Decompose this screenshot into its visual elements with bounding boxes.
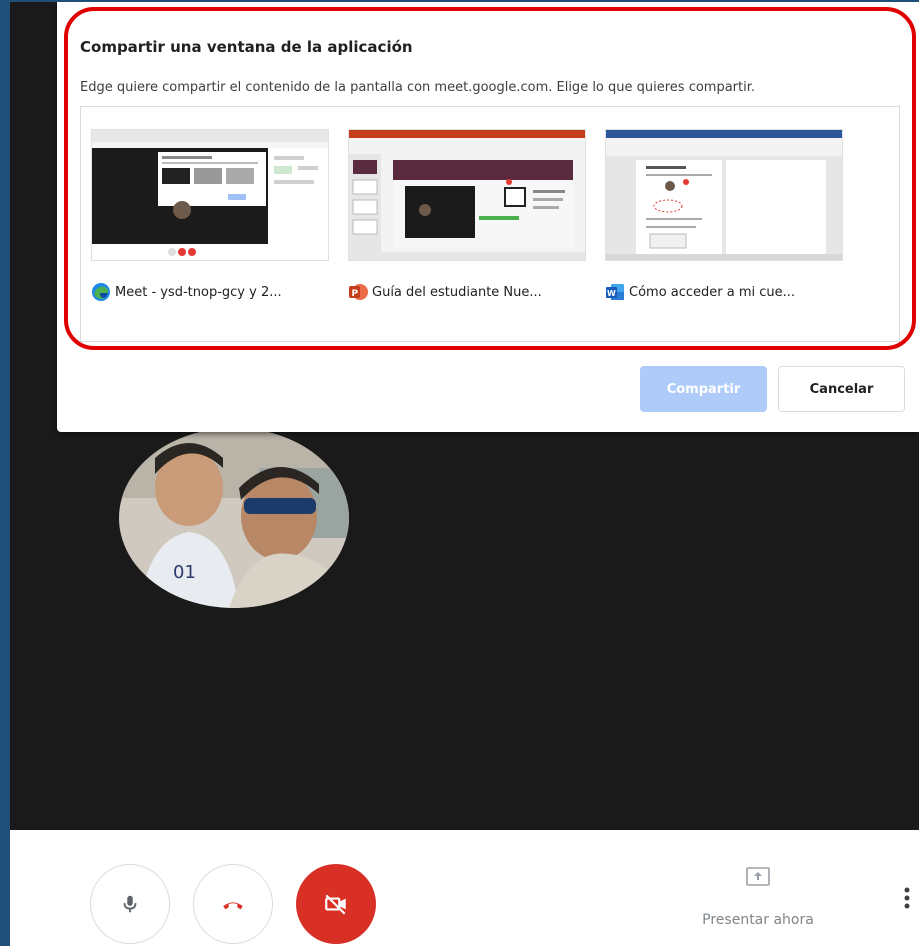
svg-text:W: W	[607, 289, 616, 298]
window-title: Meet - ysd-tnop-gcy y 2...	[115, 284, 282, 300]
window-label: W Cómo acceder a mi cue...	[605, 281, 845, 303]
window-label: Meet - ysd-tnop-gcy y 2...	[91, 281, 331, 303]
window-thumbnail	[348, 129, 586, 261]
present-screen-icon	[746, 867, 770, 886]
window-thumbnail	[605, 129, 843, 261]
camera-off-icon	[325, 894, 346, 915]
microphone-icon	[123, 895, 137, 913]
hang-up-button[interactable]	[193, 864, 273, 944]
window-title: Cómo acceder a mi cue...	[629, 284, 796, 300]
more-vertical-icon	[904, 887, 910, 909]
powerpoint-icon: P	[349, 284, 368, 300]
window-option-word[interactable]: W Cómo acceder a mi cue...	[605, 129, 843, 319]
share-window-dialog: Compartir una ventana de la aplicación E…	[57, 2, 919, 432]
microphone-button[interactable]	[90, 864, 170, 944]
share-button[interactable]: Compartir	[640, 366, 767, 412]
cancel-button[interactable]: Cancelar	[778, 366, 905, 412]
participant-avatar: 01	[119, 428, 349, 608]
meet-window: 01 Compartir una ventana de la aplicació…	[10, 2, 919, 946]
dialog-title: Compartir una ventana de la aplicación	[80, 38, 413, 56]
present-now-button[interactable]: Presentar ahora	[678, 860, 838, 940]
window-title: Guía del estudiante Nue...	[372, 284, 542, 300]
svg-text:P: P	[352, 289, 359, 299]
word-icon: W	[606, 284, 624, 300]
window-option-meet[interactable]: Meet - ysd-tnop-gcy y 2...	[91, 129, 329, 319]
window-picker-list: Meet - ysd-tnop-gcy y 2... P Guía del es…	[80, 106, 900, 342]
present-now-label: Presentar ahora	[702, 912, 814, 928]
more-options-button[interactable]	[897, 878, 917, 918]
window-thumbnail	[91, 129, 329, 261]
window-option-powerpoint[interactable]: P Guía del estudiante Nue...	[348, 129, 586, 319]
window-label: P Guía del estudiante Nue...	[348, 281, 588, 303]
edge-icon	[92, 283, 110, 301]
hang-up-icon	[223, 902, 243, 910]
meeting-toolbar: Presentar ahora	[10, 830, 919, 946]
camera-off-button[interactable]	[296, 864, 376, 944]
dialog-description: Edge quiere compartir el contenido de la…	[80, 80, 756, 95]
svg-text:01: 01	[173, 562, 196, 583]
